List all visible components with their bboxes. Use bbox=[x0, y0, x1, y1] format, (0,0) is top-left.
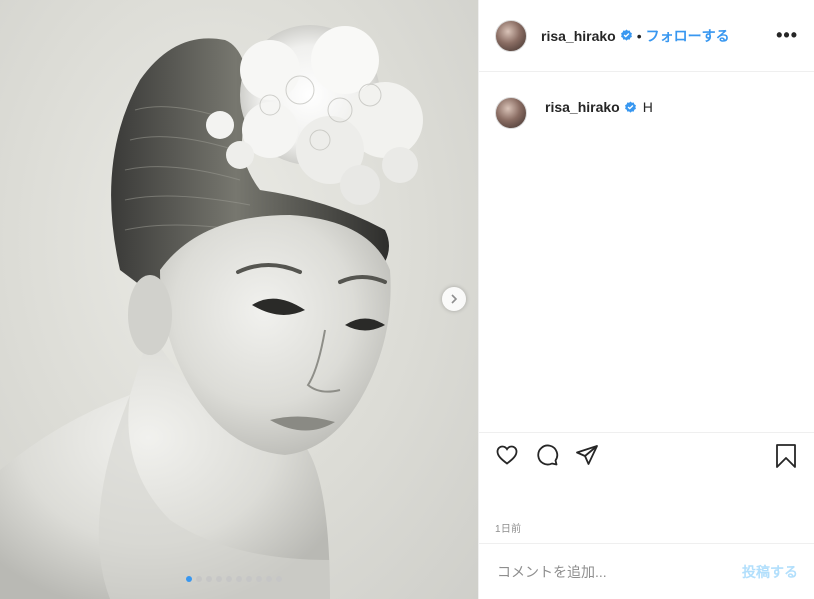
caption: risa_hirako H bbox=[479, 73, 814, 129]
caption-avatar[interactable] bbox=[495, 97, 527, 129]
like-button[interactable] bbox=[495, 443, 519, 472]
carousel-dot bbox=[226, 576, 232, 582]
more-options-icon[interactable]: ••• bbox=[776, 25, 798, 46]
carousel-dot bbox=[266, 576, 272, 582]
carousel-dot bbox=[186, 576, 192, 582]
avatar[interactable] bbox=[495, 19, 527, 52]
post-media[interactable] bbox=[0, 0, 478, 599]
share-button[interactable] bbox=[575, 443, 599, 472]
carousel-indicator bbox=[186, 576, 282, 582]
carousel-dot bbox=[206, 576, 212, 582]
verified-badge-icon bbox=[620, 29, 632, 41]
carousel-dot bbox=[236, 576, 242, 582]
carousel-dot bbox=[246, 576, 252, 582]
comments-area: risa_hirako H bbox=[479, 73, 814, 431]
bookmark-icon bbox=[776, 444, 796, 468]
header-username[interactable]: risa_hirako bbox=[541, 28, 616, 44]
carousel-dot bbox=[276, 576, 282, 582]
comment-form: 投稿する bbox=[479, 543, 814, 599]
paper-plane-icon bbox=[576, 445, 598, 465]
carousel-dot bbox=[256, 576, 262, 582]
heart-icon bbox=[496, 445, 518, 465]
post-comment-button[interactable]: 投稿する bbox=[742, 562, 798, 582]
carousel-dot bbox=[216, 576, 222, 582]
separator-dot: • bbox=[636, 27, 642, 44]
post-header: risa_hirako • フォローする ••• bbox=[479, 0, 814, 72]
carousel-next-button[interactable] bbox=[442, 287, 466, 311]
follow-button[interactable]: フォローする bbox=[646, 26, 730, 46]
instagram-post: risa_hirako • フォローする ••• risa_hirako H 1… bbox=[0, 0, 814, 599]
post-side-panel: risa_hirako • フォローする ••• risa_hirako H 1… bbox=[478, 0, 814, 599]
caption-text: H bbox=[642, 99, 653, 115]
post-timestamp[interactable]: 1日前 bbox=[495, 520, 521, 535]
chevron-right-icon bbox=[451, 294, 458, 304]
caption-username[interactable]: risa_hirako bbox=[545, 99, 620, 115]
comment-input[interactable] bbox=[495, 562, 742, 581]
comment-button[interactable] bbox=[535, 443, 559, 472]
comment-icon bbox=[537, 444, 559, 466]
save-button[interactable] bbox=[774, 443, 798, 474]
portrait-photo bbox=[0, 25, 423, 599]
carousel-dot bbox=[196, 576, 202, 582]
verified-badge-icon bbox=[624, 101, 636, 113]
action-bar bbox=[479, 432, 814, 482]
